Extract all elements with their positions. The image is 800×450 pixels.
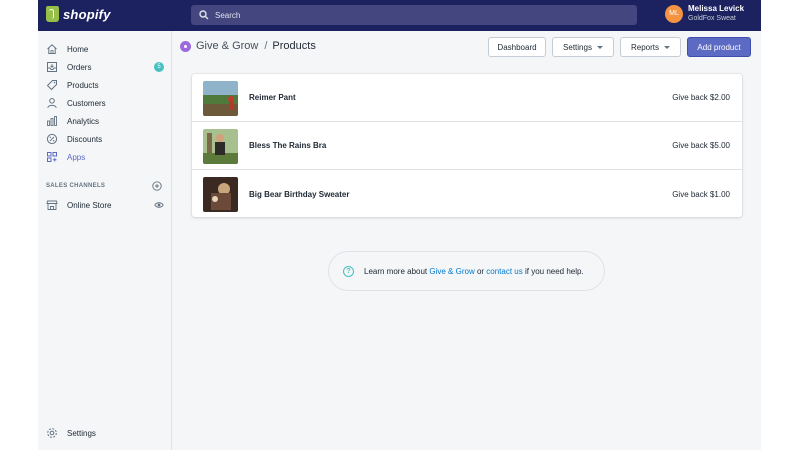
help-text: Learn more about Give & Grow or contact …: [364, 267, 584, 276]
brand-name: shopify: [63, 6, 111, 22]
sidebar-item-label: Orders: [67, 62, 92, 72]
apps-icon: [46, 151, 58, 163]
search-placeholder: Search: [215, 10, 241, 20]
shopify-bag-icon: [46, 6, 59, 22]
search-input[interactable]: Search: [191, 5, 637, 25]
orders-icon: [46, 61, 58, 73]
home-icon: [46, 43, 58, 55]
sidebar-item-analytics[interactable]: Analytics: [46, 114, 164, 128]
product-row[interactable]: Big Bear Birthday Sweater Give back $1.0…: [192, 170, 742, 218]
person-icon: [46, 97, 58, 109]
discount-icon: [46, 133, 58, 145]
sidebar-item-label: Apps: [67, 152, 86, 162]
dashboard-button[interactable]: Dashboard: [488, 37, 546, 57]
eye-icon[interactable]: [154, 200, 164, 210]
top-bar: shopify Search ML Melissa Levick GoldFox…: [38, 0, 761, 31]
product-thumbnail: [203, 129, 238, 164]
sidebar-item-label: Customers: [67, 98, 106, 108]
user-name: Melissa Levick: [688, 4, 745, 13]
give-back-amount: Give back $5.00: [672, 141, 730, 150]
orders-count-badge: 5: [154, 62, 164, 72]
sidebar-item-apps[interactable]: Apps: [46, 150, 164, 164]
sidebar-item-orders[interactable]: Orders 5: [46, 60, 164, 74]
tag-icon: [46, 79, 58, 91]
give-back-amount: Give back $2.00: [672, 93, 730, 102]
sidebar-item-online-store[interactable]: Online Store: [46, 198, 164, 212]
product-name[interactable]: Big Bear Birthday Sweater: [249, 190, 349, 199]
page-title: Products: [272, 40, 316, 52]
dashboard-button-label: Dashboard: [497, 42, 537, 52]
product-thumbnail: [203, 177, 238, 212]
sidebar-item-products[interactable]: Products: [46, 78, 164, 92]
breadcrumb: Give & Grow / Products: [180, 40, 316, 52]
help-footer: ? Learn more about Give & Grow or contac…: [328, 251, 605, 291]
add-product-button-label: Add product: [697, 42, 741, 52]
products-card: Reimer Pant Give back $2.00 Bless The Ra…: [192, 74, 742, 217]
user-menu[interactable]: ML Melissa Levick GoldFox Sweat: [665, 4, 744, 23]
app-window: shopify Search ML Melissa Levick GoldFox…: [38, 0, 761, 450]
settings-button[interactable]: Settings: [552, 37, 614, 57]
product-name[interactable]: Bless The Rains Bra: [249, 141, 326, 150]
reports-button-label: Reports: [630, 42, 659, 52]
help-prefix: Learn more about: [364, 266, 430, 276]
sidebar-item-label: Home: [67, 44, 89, 54]
question-icon: ?: [343, 265, 354, 277]
store-name: GoldFox Sweat: [688, 15, 736, 22]
chevron-down-icon: [664, 45, 670, 49]
contact-us-link[interactable]: contact us: [486, 267, 522, 276]
gear-icon: [46, 427, 58, 439]
add-product-button[interactable]: Add product: [687, 37, 751, 57]
bar-chart-icon: [46, 115, 58, 127]
sidebar-item-home[interactable]: Home: [46, 42, 164, 56]
product-row[interactable]: Reimer Pant Give back $2.00: [192, 74, 742, 122]
give-and-grow-link[interactable]: Give & Grow: [429, 267, 474, 276]
sidebar-item-customers[interactable]: Customers: [46, 96, 164, 110]
search-icon: [199, 10, 209, 20]
shopify-logo[interactable]: shopify: [46, 6, 111, 22]
sidebar-item-label: Settings: [67, 428, 96, 438]
breadcrumb-app-link[interactable]: Give & Grow: [196, 40, 258, 52]
chevron-down-icon: [596, 45, 603, 49]
sidebar: Home Orders 5 Products Customers Analyti…: [38, 31, 172, 450]
reports-button[interactable]: Reports: [620, 37, 681, 57]
sidebar-item-discounts[interactable]: Discounts: [46, 132, 164, 146]
product-name[interactable]: Reimer Pant: [249, 93, 296, 102]
sidebar-item-label: Online Store: [67, 200, 112, 210]
product-thumbnail: [203, 81, 238, 116]
sidebar-item-label: Analytics: [67, 116, 100, 126]
breadcrumb-separator: /: [264, 40, 268, 52]
sales-channels-heading: SALES CHANNELS: [46, 183, 106, 189]
product-row[interactable]: Bless The Rains Bra Give back $5.00: [192, 122, 742, 170]
give-and-grow-logo-icon: [180, 40, 191, 52]
sidebar-item-label: Products: [67, 80, 99, 90]
help-suffix: if you need help.: [522, 266, 584, 276]
store-icon: [46, 199, 58, 211]
add-channel-icon[interactable]: [152, 181, 162, 191]
sidebar-item-label: Discounts: [67, 134, 103, 144]
help-middle: or: [474, 266, 487, 276]
give-back-amount: Give back $1.00: [672, 189, 730, 199]
sidebar-item-settings[interactable]: Settings: [46, 426, 164, 440]
settings-button-label: Settings: [563, 42, 592, 52]
avatar[interactable]: ML: [665, 4, 683, 23]
